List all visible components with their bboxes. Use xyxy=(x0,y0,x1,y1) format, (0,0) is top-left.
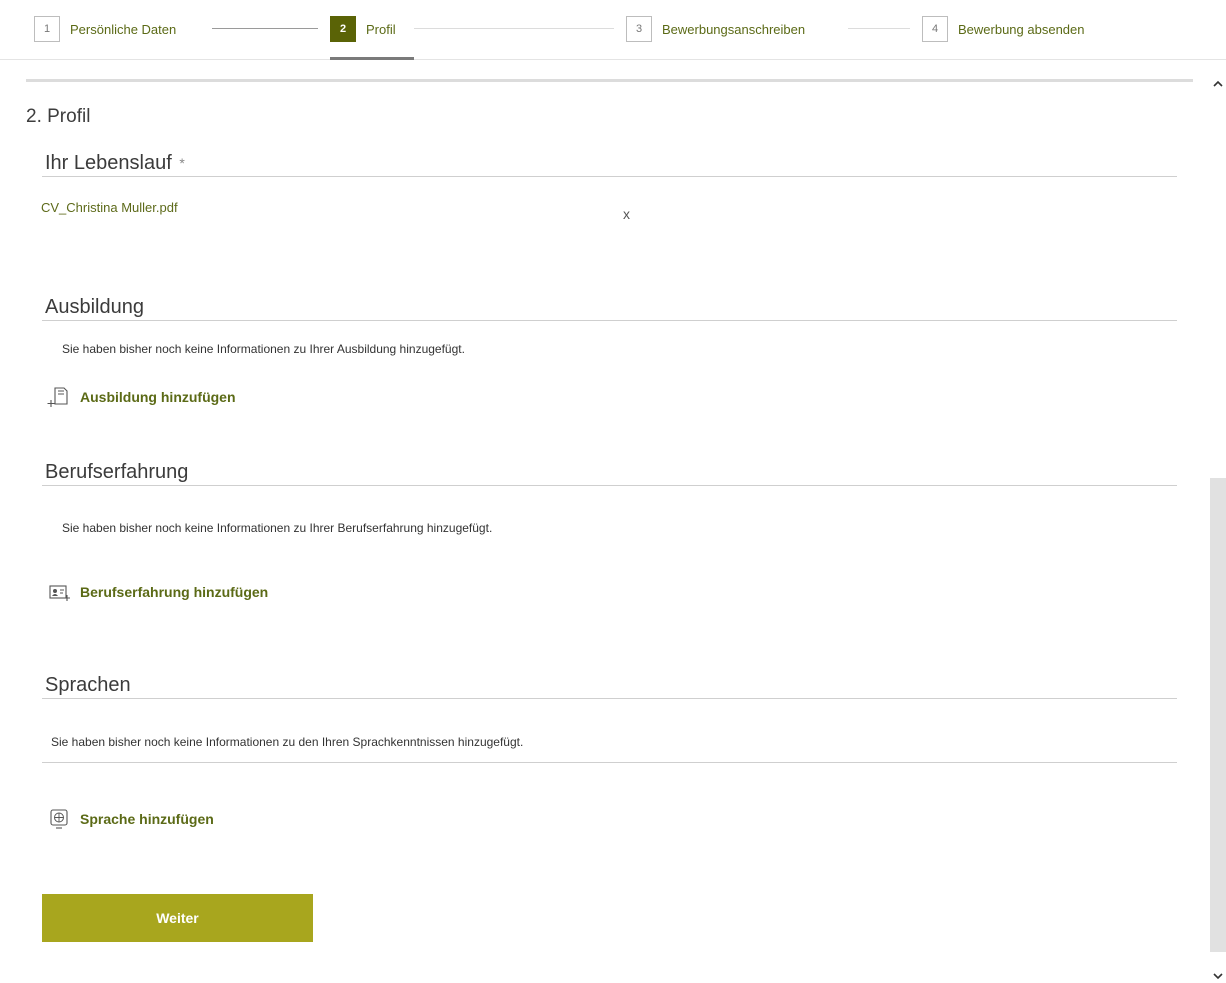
add-language-label: Sprache hinzufügen xyxy=(80,811,214,827)
step-number: 4 xyxy=(922,16,948,42)
id-card-add-icon xyxy=(46,581,72,603)
next-button[interactable]: Weiter xyxy=(42,894,313,942)
languages-empty-text: Sie haben bisher noch keine Informatione… xyxy=(51,735,524,749)
document-add-icon xyxy=(46,386,72,408)
add-education-label: Ausbildung hinzufügen xyxy=(80,389,236,405)
remove-file-button[interactable]: x xyxy=(623,206,630,222)
active-step-indicator xyxy=(330,57,414,60)
section-divider xyxy=(42,762,1177,763)
progress-stepper: 1 Persönliche Daten 2 Profil 3 Bewerbung… xyxy=(0,0,1226,60)
scrollbar-thumb[interactable] xyxy=(1210,478,1226,952)
add-education-button[interactable]: Ausbildung hinzufügen xyxy=(46,386,236,408)
experience-empty-text: Sie haben bisher noch keine Informatione… xyxy=(62,521,493,535)
add-language-button[interactable]: Sprache hinzufügen xyxy=(46,808,214,830)
application-page: 1 Persönliche Daten 2 Profil 3 Bewerbung… xyxy=(0,0,1226,983)
scroll-up-icon[interactable] xyxy=(1209,76,1226,90)
step-submit[interactable]: 4 Bewerbung absenden xyxy=(922,14,1085,44)
step-label: Profil xyxy=(366,21,396,37)
step-personal-data[interactable]: 1 Persönliche Daten xyxy=(34,14,176,44)
globe-icon xyxy=(46,808,72,830)
step-connector xyxy=(414,28,614,29)
required-marker: * xyxy=(179,155,185,171)
step-profile[interactable]: 2 Profil xyxy=(330,14,396,44)
step-number: 2 xyxy=(330,16,356,42)
step-label: Bewerbungsanschreiben xyxy=(662,21,806,37)
cv-section-header: Ihr Lebenslauf * xyxy=(42,150,1177,177)
experience-section-title: Berufserfahrung xyxy=(45,461,189,483)
cv-section-title: Ihr Lebenslauf xyxy=(45,152,172,174)
step-number: 1 xyxy=(34,16,60,42)
step-connector xyxy=(848,28,910,29)
add-experience-label: Berufserfahrung hinzufügen xyxy=(80,584,269,600)
education-section-header: Ausbildung xyxy=(42,294,1177,321)
step-cover-letter[interactable]: 3 Bewerbungsanschreiben xyxy=(626,14,805,44)
page-title: 2. Profil xyxy=(26,106,91,127)
step-number: 3 xyxy=(626,16,652,42)
section-divider xyxy=(26,79,1193,82)
add-experience-button[interactable]: Berufserfahrung hinzufügen xyxy=(46,581,268,603)
cv-file-name[interactable]: CV_Christina Muller.pdf xyxy=(41,200,178,215)
scroll-down-icon[interactable] xyxy=(1209,969,1226,983)
education-empty-text: Sie haben bisher noch keine Informatione… xyxy=(62,342,465,356)
step-connector xyxy=(212,28,318,29)
education-section-title: Ausbildung xyxy=(45,296,144,318)
step-label: Bewerbung absenden xyxy=(958,21,1085,37)
step-label: Persönliche Daten xyxy=(70,21,177,37)
languages-section-header: Sprachen xyxy=(42,672,1177,699)
languages-section-title: Sprachen xyxy=(45,674,131,696)
experience-section-header: Berufserfahrung xyxy=(42,459,1177,486)
